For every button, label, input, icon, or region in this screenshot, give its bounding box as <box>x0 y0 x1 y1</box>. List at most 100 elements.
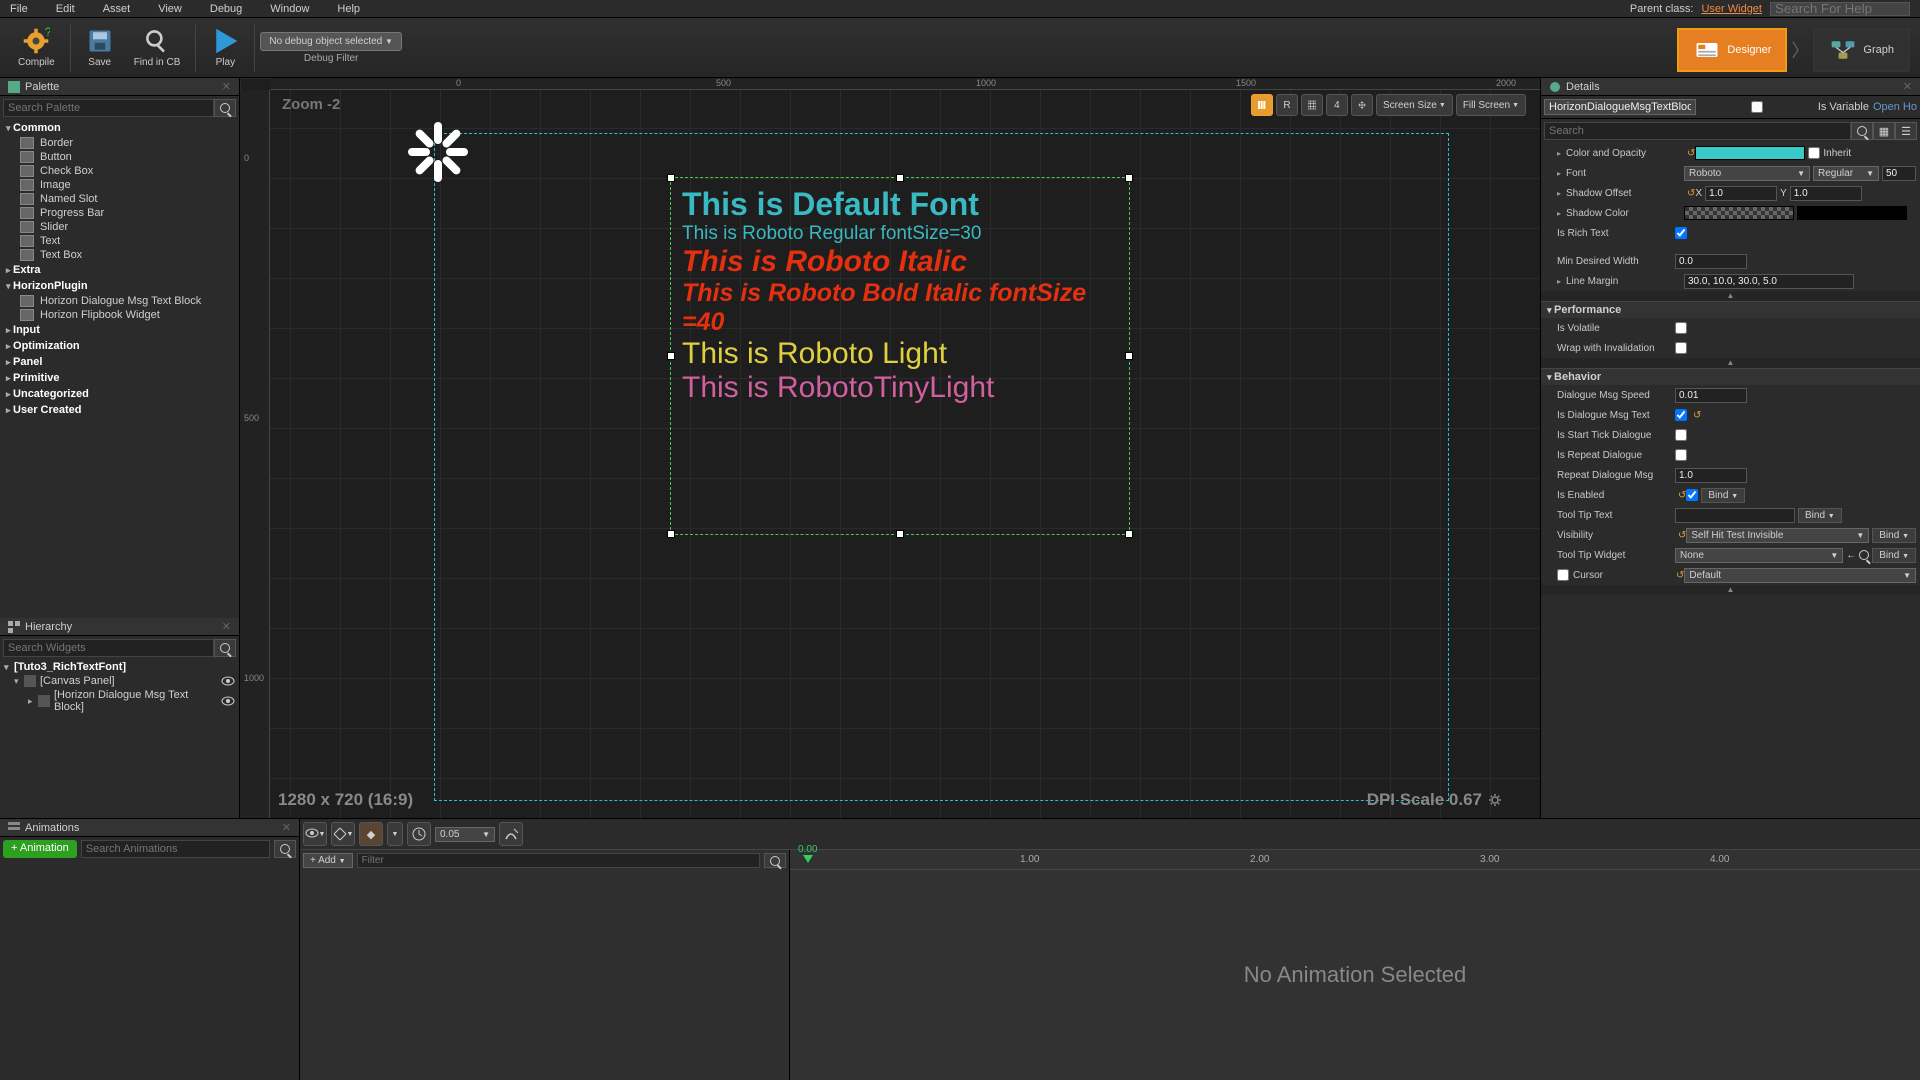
details-search-button[interactable] <box>1851 122 1873 140</box>
vp-layout-btn[interactable] <box>1251 94 1273 116</box>
design-viewport[interactable]: 0500100015002000 05001000 Zoom -2 R 4 Sc… <box>240 78 1540 818</box>
curve-toggle[interactable] <box>499 822 523 846</box>
expand-line-margin[interactable]: ▸ <box>1557 277 1566 286</box>
cursor-enable-checkbox[interactable] <box>1557 569 1569 581</box>
browse-icon[interactable] <box>1859 550 1869 560</box>
cat-user-created[interactable]: User Created <box>0 402 239 418</box>
snap-toggle[interactable]: ▼ <box>331 822 355 846</box>
widget-horizon-dialogue[interactable]: Horizon Dialogue Msg Text Block <box>0 294 239 308</box>
anim-search-button[interactable] <box>274 840 296 858</box>
debug-object-dropdown[interactable]: No debug object selected ▼ <box>260 32 402 51</box>
palette-search-input[interactable] <box>3 99 214 117</box>
track-filter-button[interactable] <box>764 853 786 868</box>
bind-enabled[interactable]: Bind ▼ <box>1701 488 1745 503</box>
visibility-dropdown[interactable]: Self Hit Test Invisible▼ <box>1686 528 1869 543</box>
playback-menu[interactable]: ▼ <box>303 822 327 846</box>
bind-tooltip-widget[interactable]: Bind ▼ <box>1872 548 1916 563</box>
menu-debug[interactable]: Debug <box>210 3 242 15</box>
shadow-color-swatch[interactable] <box>1684 206 1794 220</box>
compile-button[interactable]: ? Compile <box>8 20 65 76</box>
line-margin-input[interactable] <box>1684 274 1854 289</box>
menu-help[interactable]: Help <box>337 3 360 15</box>
dlg-speed-input[interactable] <box>1675 388 1747 403</box>
start-tick-checkbox[interactable] <box>1675 429 1687 441</box>
is-rich-checkbox[interactable] <box>1675 227 1687 239</box>
menu-asset[interactable]: Asset <box>103 3 131 15</box>
reset-dlg-text[interactable]: ↺ <box>1693 410 1701 421</box>
parent-class-link[interactable]: User Widget <box>1701 3 1762 15</box>
cat-optimization[interactable]: Optimization <box>0 338 239 354</box>
palette-search-button[interactable] <box>214 99 236 117</box>
bind-tooltip[interactable]: Bind ▼ <box>1798 508 1842 523</box>
hierarchy-search-input[interactable] <box>3 639 214 657</box>
collapse-bar-2[interactable]: ▲ <box>1541 358 1920 368</box>
tree-root[interactable]: ▾[Tuto3_RichTextFont] <box>0 660 239 674</box>
designer-mode-button[interactable]: Designer <box>1677 28 1787 72</box>
expand-font[interactable]: ▸ <box>1557 169 1566 178</box>
vp-4-btn[interactable]: 4 <box>1326 94 1348 116</box>
cat-primitive[interactable]: Primitive <box>0 370 239 386</box>
cat-horizon[interactable]: HorizonPlugin <box>0 278 239 294</box>
menu-file[interactable]: File <box>10 3 28 15</box>
shadow-x-input[interactable] <box>1705 186 1777 201</box>
widget-checkbox[interactable]: Check Box <box>0 164 239 178</box>
color-opacity-swatch[interactable] <box>1695 146 1805 160</box>
widget-border[interactable]: Border <box>0 136 239 150</box>
play-button[interactable]: Play <box>201 20 249 76</box>
vp-grid-btn[interactable] <box>1301 94 1323 116</box>
is-repeat-checkbox[interactable] <box>1675 449 1687 461</box>
details-view-grid[interactable]: ▦ <box>1873 122 1895 140</box>
tree-dialogue-block[interactable]: ▸[Horizon Dialogue Msg Text Block] <box>0 688 239 714</box>
inherit-checkbox[interactable] <box>1808 147 1820 159</box>
widget-textbox[interactable]: Text Box <box>0 248 239 262</box>
cat-performance[interactable]: Performance <box>1541 301 1920 318</box>
track-filter-input[interactable] <box>357 853 760 868</box>
is-enabled-checkbox[interactable] <box>1686 489 1698 501</box>
menu-edit[interactable]: Edit <box>56 3 75 15</box>
expand-shadow-offset[interactable]: ▸ <box>1557 189 1566 198</box>
vp-r-btn[interactable]: R <box>1276 94 1298 116</box>
timeline-ruler[interactable]: 0.00 1.00 2.00 3.00 4.00 <box>790 850 1920 870</box>
animations-tab[interactable]: Animations ✕ <box>0 819 299 837</box>
cat-input[interactable]: Input <box>0 322 239 338</box>
tooltip-text-input[interactable] <box>1675 508 1795 523</box>
save-button[interactable]: Save <box>76 20 124 76</box>
details-view-list[interactable]: ☰ <box>1895 122 1917 140</box>
bind-visibility[interactable]: Bind ▼ <box>1872 528 1916 543</box>
reset-cursor[interactable]: ↺ <box>1676 570 1684 581</box>
reset-shadow-offset[interactable]: ↺ <box>1687 188 1695 199</box>
widget-horizon-flipbook[interactable]: Horizon Flipbook Widget <box>0 308 239 322</box>
screen-size-dropdown[interactable]: Screen Size ▼ <box>1376 94 1453 116</box>
shadow-y-input[interactable] <box>1790 186 1862 201</box>
visibility-icon[interactable] <box>221 676 235 686</box>
menu-window[interactable]: Window <box>270 3 309 15</box>
widget-name-field[interactable] <box>1544 99 1696 115</box>
anchor-gizmo-icon[interactable] <box>408 122 468 182</box>
wrap-inv-checkbox[interactable] <box>1675 342 1687 354</box>
cursor-dropdown[interactable]: Default▼ <box>1684 568 1916 583</box>
is-variable-checkbox[interactable] <box>1700 101 1814 113</box>
collapse-bar-1[interactable]: ▲ <box>1541 291 1920 301</box>
add-animation-button[interactable]: + Animation <box>3 840 77 858</box>
cat-uncategorized[interactable]: Uncategorized <box>0 386 239 402</box>
menu-view[interactable]: View <box>158 3 182 15</box>
details-search-input[interactable] <box>1544 122 1851 140</box>
fill-screen-dropdown[interactable]: Fill Screen ▼ <box>1456 94 1526 116</box>
palette-tab[interactable]: Palette ✕ <box>0 78 239 96</box>
reset-visibility[interactable]: ↺ <box>1678 530 1686 541</box>
font-family-dropdown[interactable]: Roboto▼ <box>1684 166 1810 181</box>
details-tab[interactable]: Details ✕ <box>1541 78 1920 96</box>
shadow-color-swatch-2[interactable] <box>1797 206 1907 220</box>
is-dlg-text-checkbox[interactable] <box>1675 409 1687 421</box>
font-size-input[interactable] <box>1882 166 1916 181</box>
widget-image[interactable]: Image <box>0 178 239 192</box>
repeat-interval-input[interactable] <box>1675 468 1747 483</box>
widget-button[interactable]: Button <box>0 150 239 164</box>
tooltip-widget-dropdown[interactable]: None▼ <box>1675 548 1843 563</box>
anim-search-input[interactable] <box>81 840 270 858</box>
hierarchy-tab[interactable]: Hierarchy ✕ <box>0 618 239 636</box>
add-track-button[interactable]: + Add ▼ <box>303 853 353 868</box>
cat-extra[interactable]: Extra <box>0 262 239 278</box>
reset-color[interactable]: ↺ <box>1687 148 1695 159</box>
help-search-input[interactable] <box>1770 2 1910 16</box>
